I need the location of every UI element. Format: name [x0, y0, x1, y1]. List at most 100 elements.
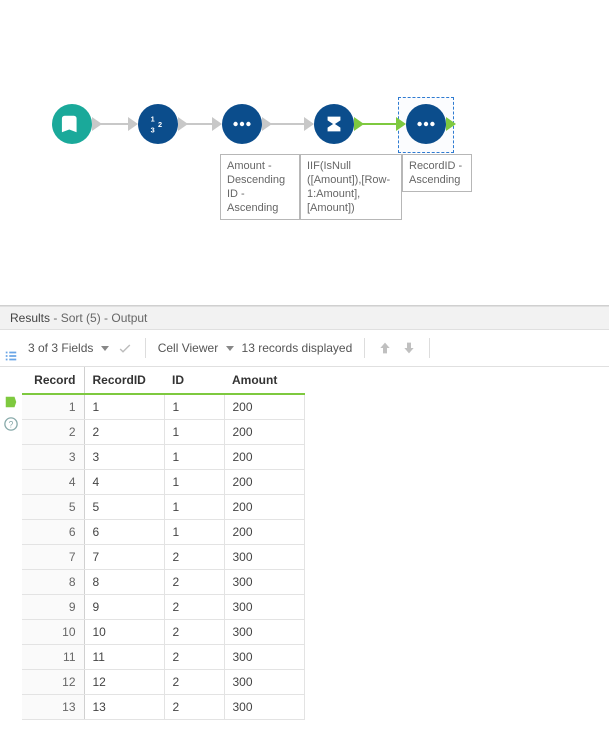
cell-amount[interactable]: 300: [224, 695, 304, 720]
row-number: 12: [22, 670, 84, 695]
cell-id[interactable]: 2: [164, 645, 224, 670]
cell-id[interactable]: 1: [164, 445, 224, 470]
cell-recordid[interactable]: 11: [84, 645, 164, 670]
table-row[interactable]: 441200: [22, 470, 304, 495]
cell-recordid[interactable]: 9: [84, 595, 164, 620]
cell-amount[interactable]: 200: [224, 470, 304, 495]
records-displayed: 13 records displayed: [242, 341, 353, 355]
row-number: 6: [22, 520, 84, 545]
svg-text:1: 1: [151, 114, 155, 123]
text-input-tool[interactable]: [52, 104, 92, 144]
cell-recordid[interactable]: 10: [84, 620, 164, 645]
cell-recordid[interactable]: 6: [84, 520, 164, 545]
table-row[interactable]: 11112300: [22, 645, 304, 670]
cell-recordid[interactable]: 12: [84, 670, 164, 695]
table-row[interactable]: 10102300: [22, 620, 304, 645]
arrow-up-icon[interactable]: [377, 340, 393, 356]
cell-recordid[interactable]: 8: [84, 570, 164, 595]
results-table[interactable]: Record RecordID ID Amount 11120022120033…: [22, 367, 305, 720]
fields-dropdown[interactable]: 3 of 3 Fields: [28, 341, 109, 355]
results-title: Results: [10, 311, 50, 325]
dots-icon: [231, 113, 253, 135]
separator: [145, 338, 146, 358]
row-number: 5: [22, 495, 84, 520]
separator: [429, 338, 430, 358]
results-toolbar: 3 of 3 Fields Cell Viewer 13 records dis…: [0, 330, 609, 367]
cell-id[interactable]: 2: [164, 570, 224, 595]
list-icon[interactable]: [3, 348, 19, 364]
check-icon[interactable]: [117, 340, 133, 356]
fields-label: 3 of 3 Fields: [28, 341, 93, 355]
table-row[interactable]: 661200: [22, 520, 304, 545]
help-icon[interactable]: ?: [3, 416, 19, 432]
cell-amount[interactable]: 200: [224, 445, 304, 470]
col-recordid[interactable]: RecordID: [84, 367, 164, 394]
table-row[interactable]: 551200: [22, 495, 304, 520]
cell-amount[interactable]: 300: [224, 620, 304, 645]
cell-id[interactable]: 2: [164, 545, 224, 570]
cell-amount[interactable]: 300: [224, 595, 304, 620]
table-row[interactable]: 111200: [22, 394, 304, 420]
sort-tool[interactable]: [222, 104, 262, 144]
cell-id[interactable]: 1: [164, 470, 224, 495]
chevron-down-icon: [226, 346, 234, 351]
workflow-canvas[interactable]: 123 Amount - Descending ID - Ascending I…: [0, 0, 609, 305]
cell-id[interactable]: 1: [164, 394, 224, 420]
chevron-down-icon: [101, 346, 109, 351]
cell-id[interactable]: 1: [164, 420, 224, 445]
cell-id[interactable]: 2: [164, 620, 224, 645]
table-row[interactable]: 331200: [22, 445, 304, 470]
results-subtitle: - Sort (5) - Output: [53, 311, 147, 325]
row-number: 13: [22, 695, 84, 720]
table-row[interactable]: 992300: [22, 595, 304, 620]
tool-annotation: RecordID - Ascending: [402, 154, 472, 192]
multirow-formula-tool[interactable]: [314, 104, 354, 144]
col-amount[interactable]: Amount: [224, 367, 304, 394]
cell-id[interactable]: 2: [164, 670, 224, 695]
cell-amount[interactable]: 200: [224, 394, 304, 420]
dots-icon: [415, 113, 437, 135]
row-number: 2: [22, 420, 84, 445]
cell-id[interactable]: 2: [164, 595, 224, 620]
row-number: 10: [22, 620, 84, 645]
cell-recordid[interactable]: 2: [84, 420, 164, 445]
row-number: 1: [22, 394, 84, 420]
cell-amount[interactable]: 200: [224, 420, 304, 445]
table-row[interactable]: 221200: [22, 420, 304, 445]
cell-recordid[interactable]: 7: [84, 545, 164, 570]
svg-text:3: 3: [151, 125, 155, 134]
cell-recordid[interactable]: 13: [84, 695, 164, 720]
table-row[interactable]: 13132300: [22, 695, 304, 720]
table-row[interactable]: 882300: [22, 570, 304, 595]
cell-amount[interactable]: 200: [224, 495, 304, 520]
col-record[interactable]: Record: [22, 367, 84, 394]
cell-amount[interactable]: 300: [224, 570, 304, 595]
table-row[interactable]: 772300: [22, 545, 304, 570]
cell-viewer-label: Cell Viewer: [158, 341, 218, 355]
numbers-icon: 123: [147, 113, 169, 135]
row-number: 11: [22, 645, 84, 670]
cell-recordid[interactable]: 3: [84, 445, 164, 470]
sort-tool-selected[interactable]: [406, 104, 446, 144]
results-badge-icon[interactable]: [3, 394, 19, 410]
row-number: 3: [22, 445, 84, 470]
table-row[interactable]: 12122300: [22, 670, 304, 695]
cell-recordid[interactable]: 5: [84, 495, 164, 520]
recordid-tool[interactable]: 123: [138, 104, 178, 144]
cell-amount[interactable]: 300: [224, 670, 304, 695]
separator: [364, 338, 365, 358]
tool-annotation: Amount - Descending ID - Ascending: [220, 154, 300, 220]
cell-amount[interactable]: 200: [224, 520, 304, 545]
cell-recordid[interactable]: 4: [84, 470, 164, 495]
cell-viewer-dropdown[interactable]: Cell Viewer: [158, 341, 234, 355]
svg-text:?: ?: [9, 420, 14, 430]
cell-id[interactable]: 2: [164, 695, 224, 720]
cell-amount[interactable]: 300: [224, 545, 304, 570]
svg-text:2: 2: [158, 120, 162, 129]
cell-recordid[interactable]: 1: [84, 394, 164, 420]
cell-id[interactable]: 1: [164, 495, 224, 520]
cell-id[interactable]: 1: [164, 520, 224, 545]
cell-amount[interactable]: 300: [224, 645, 304, 670]
col-id[interactable]: ID: [164, 367, 224, 394]
arrow-down-icon[interactable]: [401, 340, 417, 356]
